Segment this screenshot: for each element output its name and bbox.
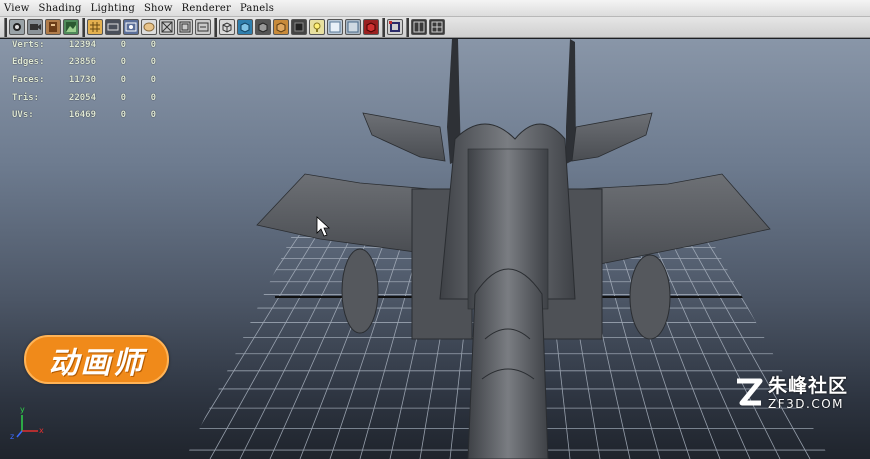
toolbar-separator bbox=[404, 18, 410, 37]
toolbar-separator bbox=[380, 18, 386, 37]
hud-row-uvs: UVs: 16469 0 0 bbox=[12, 110, 156, 121]
channel-badge-text: 动画师 bbox=[48, 345, 145, 381]
zf3d-logo-icon bbox=[737, 378, 763, 406]
grid-line bbox=[692, 219, 830, 459]
film-gate-icon[interactable] bbox=[105, 19, 121, 35]
grid-line bbox=[860, 219, 870, 459]
panel-toolbar bbox=[0, 17, 870, 38]
hud-row-tris: Tris: 22054 0 0 bbox=[12, 92, 156, 103]
hud-row-edges: Edges: 23856 0 0 bbox=[12, 57, 156, 68]
smooth-shade-icon[interactable] bbox=[237, 19, 253, 35]
poly-count-hud: Verts: 12394 0 0 Edges: 23856 0 0 Faces:… bbox=[12, 39, 156, 124]
shadows-icon[interactable] bbox=[291, 19, 307, 35]
toolbar-separator bbox=[212, 18, 218, 37]
grid-line bbox=[826, 219, 830, 459]
grid-line bbox=[793, 219, 830, 459]
two-pane-icon[interactable] bbox=[411, 19, 427, 35]
safe-action-icon[interactable] bbox=[177, 19, 193, 35]
isolate-select-icon[interactable] bbox=[327, 19, 343, 35]
gate-mask-icon[interactable] bbox=[141, 19, 157, 35]
menu-shading[interactable]: Shading bbox=[39, 0, 82, 17]
wireframe-icon[interactable] bbox=[219, 19, 235, 35]
grid-icon[interactable] bbox=[87, 19, 103, 35]
menu-bar: View Shading Lighting Show Renderer Pane… bbox=[0, 0, 870, 17]
image-plane-icon[interactable] bbox=[63, 19, 79, 35]
axis-label-y: y bbox=[20, 405, 25, 414]
field-chart-icon[interactable] bbox=[159, 19, 175, 35]
default-lighting-icon[interactable] bbox=[363, 19, 379, 35]
axis-label-x: x bbox=[39, 426, 44, 435]
menu-renderer[interactable]: Renderer bbox=[182, 0, 231, 17]
channel-badge: 动画师 bbox=[24, 335, 169, 384]
bookmarks-icon[interactable] bbox=[45, 19, 61, 35]
hud-row-verts: Verts: 12394 0 0 bbox=[12, 39, 156, 50]
hardware-texture-icon[interactable] bbox=[345, 19, 361, 35]
toolbar-separator bbox=[2, 18, 8, 37]
watermark-en: ZF3D.COM bbox=[768, 396, 844, 411]
resolution-gate-icon[interactable] bbox=[123, 19, 139, 35]
watermark-cn: 朱峰社区 bbox=[768, 374, 849, 397]
hud-row-faces: Faces: 11730 0 0 bbox=[12, 74, 156, 85]
select-camera-icon[interactable] bbox=[9, 19, 25, 35]
camera-attributes-icon[interactable] bbox=[27, 19, 43, 35]
textured-icon[interactable] bbox=[255, 19, 271, 35]
safe-title-icon[interactable] bbox=[195, 19, 211, 35]
grid-line bbox=[843, 219, 870, 459]
resolution-gate-toggle-icon[interactable] bbox=[387, 19, 403, 35]
xray-icon[interactable] bbox=[309, 19, 325, 35]
grid-line bbox=[759, 219, 830, 459]
menu-panels[interactable]: Panels bbox=[240, 0, 274, 17]
view-axis-gizmo: y x z bbox=[10, 405, 44, 441]
grid-line bbox=[185, 219, 328, 459]
grid-line bbox=[776, 219, 830, 459]
menu-view[interactable]: View bbox=[4, 0, 30, 17]
toolbar-separator bbox=[80, 18, 86, 37]
four-pane-icon[interactable] bbox=[429, 19, 445, 35]
site-watermark: 朱峰社区 ZF3D.COM bbox=[734, 373, 862, 413]
menu-lighting[interactable]: Lighting bbox=[91, 0, 135, 17]
grid-line bbox=[809, 219, 830, 459]
grid-line bbox=[299, 219, 394, 459]
use-lights-icon[interactable] bbox=[273, 19, 289, 35]
grid-line bbox=[726, 219, 830, 459]
menu-show[interactable]: Show bbox=[144, 0, 173, 17]
axis-label-z: z bbox=[10, 432, 15, 441]
